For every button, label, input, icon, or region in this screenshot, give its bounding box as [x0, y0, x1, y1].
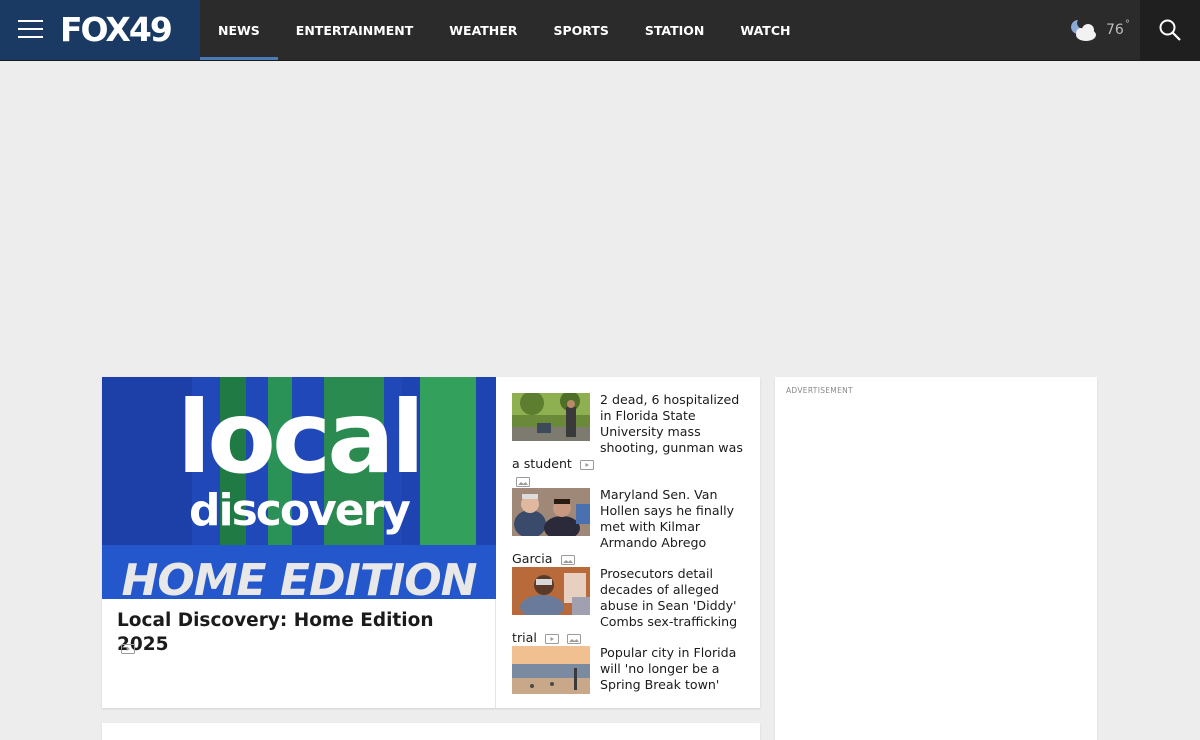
partly-cloudy-night-icon [1071, 20, 1096, 41]
list-item[interactable]: Prosecutors detail decades of alleged ab… [512, 566, 748, 646]
nav-sports[interactable]: SPORTS [535, 0, 626, 60]
video-icon [579, 459, 594, 470]
menu-icon[interactable] [18, 20, 43, 40]
gallery-icon [560, 554, 575, 565]
nav-station[interactable]: STATION [627, 0, 723, 60]
story-thumbnail[interactable] [512, 646, 590, 694]
story-thumbnail[interactable] [512, 488, 590, 536]
video-icon [544, 633, 559, 644]
hero-image-text-1: local [177, 379, 421, 496]
nav-watch[interactable]: WATCH [722, 0, 808, 60]
search-icon [1159, 19, 1181, 41]
story-thumbnail[interactable] [512, 393, 590, 441]
hero-image-text-2: discovery [189, 485, 410, 536]
list-item[interactable]: 2 dead, 6 hospitalized in Florida State … [512, 392, 748, 488]
search-button[interactable] [1140, 0, 1200, 60]
nav-entertainment[interactable]: ENTERTAINMENT [278, 0, 431, 60]
list-item[interactable]: Popular city in Florida will 'no longer … [512, 645, 748, 694]
story-title[interactable]: Popular city in Florida will 'no longer … [600, 645, 736, 692]
ad-slot: ADVERTISEMENT [775, 377, 1097, 740]
nav-news[interactable]: NEWS [200, 0, 278, 60]
site-logo[interactable]: FOX49 [60, 11, 173, 49]
weather-temp: 76 [1106, 22, 1124, 38]
top-stories-card: local discovery HOME EDITION Local Disco… [102, 377, 760, 708]
next-section-card [102, 723, 760, 740]
hero-image-text-3: HOME EDITION [122, 555, 477, 599]
nav-weather[interactable]: WEATHER [431, 0, 535, 60]
gallery-icon [566, 633, 581, 644]
hero-title[interactable]: Local Discovery: Home Edition 2025 [117, 609, 487, 657]
ad-label: ADVERTISEMENT [786, 386, 853, 395]
brand-area: FOX49 [0, 0, 200, 60]
video-icon [121, 644, 135, 654]
gallery-icon [516, 477, 530, 487]
site-header: FOX49 NEWS ENTERTAINMENT WEATHER SPORTS … [0, 0, 1200, 61]
hero-image[interactable]: local discovery HOME EDITION [102, 377, 496, 599]
story-thumbnail[interactable] [512, 567, 590, 615]
hero-story: local discovery HOME EDITION Local Disco… [102, 377, 496, 708]
weather-widget[interactable]: 76 ° [1068, 14, 1130, 46]
weather-unit: ° [1124, 18, 1130, 30]
list-item[interactable]: Maryland Sen. Van Hollen says he finally… [512, 487, 748, 567]
main-nav: NEWS ENTERTAINMENT WEATHER SPORTS STATIO… [200, 0, 808, 60]
